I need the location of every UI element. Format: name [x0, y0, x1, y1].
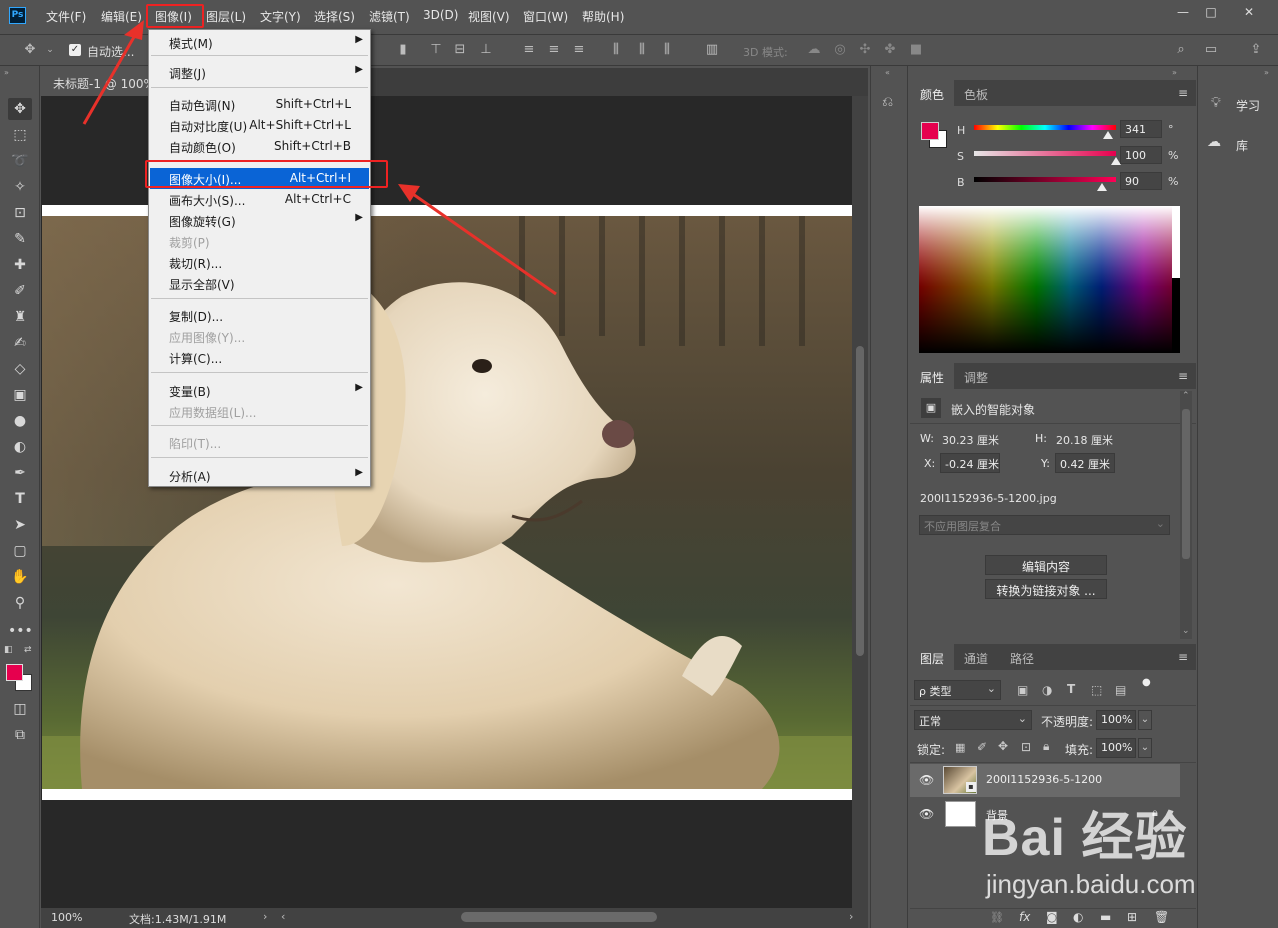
arrow-to-image-size [398, 184, 557, 296]
annotation-arrows [82, 20, 557, 296]
arrow-to-image-menu [82, 20, 144, 125]
